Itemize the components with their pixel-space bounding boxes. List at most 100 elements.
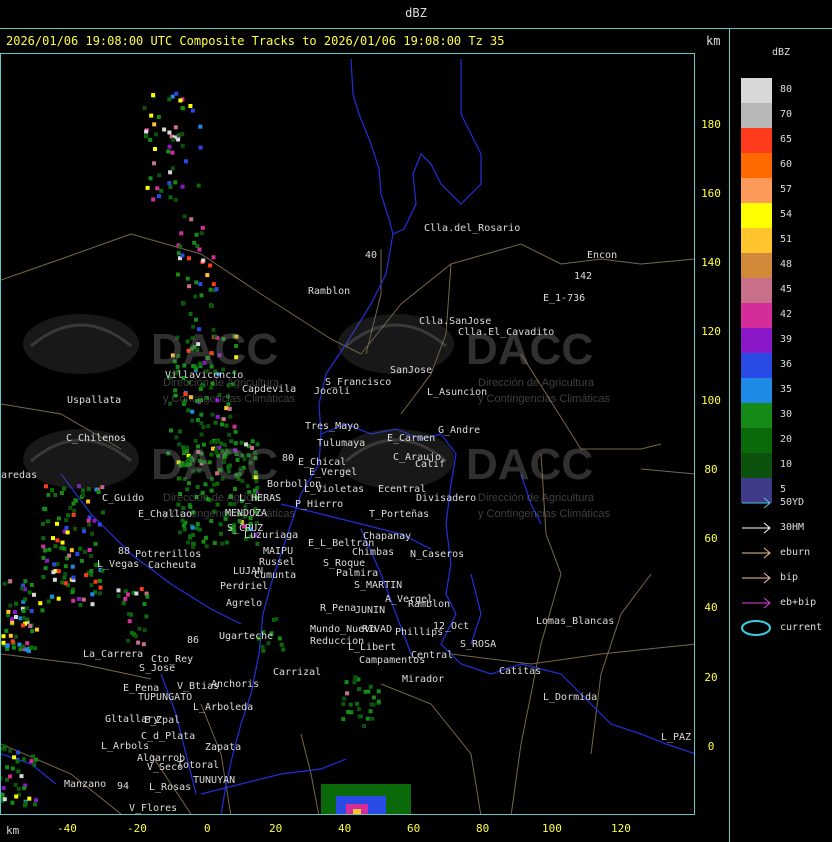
place-label: 142: [574, 271, 592, 282]
radar-echo: [63, 564, 68, 569]
radar-echo: [97, 591, 102, 596]
x-tick: -20: [127, 822, 147, 835]
radar-echo: [153, 132, 158, 137]
radar-echo: [277, 636, 282, 641]
place-label: Chapanay: [363, 531, 411, 542]
radar-echo: [144, 129, 149, 134]
radar-echo: [60, 580, 65, 585]
radar-echo: [155, 186, 160, 191]
place-label: La_Carrera: [83, 649, 143, 660]
track-arrow-icon: [742, 497, 771, 509]
radar-echo: [56, 569, 61, 574]
place-label: E_Vergel: [309, 467, 357, 478]
radar-echo: [97, 522, 102, 527]
radar-echo: [193, 294, 198, 299]
place-label: Ramblon: [408, 599, 450, 610]
radar-echo: [29, 759, 34, 764]
department-boundary: [640, 468, 694, 475]
radar-echo: [41, 555, 46, 560]
radar-echo: [198, 145, 203, 150]
radar-echo: [187, 256, 191, 261]
radar-map[interactable]: DACC Dirección de Agricultura y Contingenc…: [0, 53, 695, 815]
watermark-line1: Dirección de Agricultura: [478, 377, 595, 389]
radar-echo: [159, 188, 164, 193]
radar-echo: [171, 137, 176, 142]
radar-echo: [45, 558, 49, 563]
radar-echo: [141, 642, 146, 647]
place-label: Phillips: [395, 627, 443, 638]
radar-echo: [66, 513, 71, 518]
track-arrow-icon: [742, 572, 771, 584]
place-label: E_Carmen: [387, 433, 435, 444]
y-tick: 180: [701, 118, 721, 131]
radar-echo: [2, 581, 7, 586]
radar-echo: [83, 549, 87, 554]
radar-echo: [27, 590, 32, 595]
watermark-line1: Dirección de Agricultura: [478, 492, 595, 504]
place-label: Uspallata: [67, 395, 121, 406]
radar-echo: [142, 602, 147, 607]
place-label: 80: [282, 453, 294, 464]
radar-echo: [89, 554, 94, 559]
y-tick: 100: [701, 394, 721, 407]
place-label: Perdriel: [220, 581, 268, 592]
radar-echo: [33, 798, 38, 803]
radar-echo: [78, 546, 83, 551]
radar-echo: [82, 529, 87, 534]
radar-echo: [129, 612, 134, 617]
radar-echo: [93, 579, 98, 584]
radar-echo: [42, 506, 47, 511]
x-tick: 40: [338, 822, 352, 835]
place-label: Potrerillos: [135, 549, 201, 560]
radar-echo: [176, 137, 181, 142]
radar-echo: [342, 696, 347, 701]
radar-echo: [199, 231, 204, 236]
radar-echo: [123, 597, 128, 601]
radar-echo: [180, 106, 185, 110]
radar-echo: [173, 125, 178, 130]
dbz-swatch-30: [741, 403, 772, 428]
radar-echo: [47, 547, 52, 552]
radar-echo: [25, 617, 30, 622]
place-label: Clla.SanJose: [419, 316, 491, 327]
dbz-swatch-70: [741, 103, 772, 128]
radar-echo: [176, 251, 181, 256]
radar-echo: [218, 522, 223, 527]
radar-echo: [221, 417, 226, 422]
radar-echo: [144, 614, 149, 619]
radar-echo: [344, 680, 349, 685]
radar-echo: [188, 312, 193, 316]
radar-echo: [210, 412, 215, 417]
radar-echo: [55, 538, 60, 543]
x-tick: 0: [204, 822, 211, 835]
radar-echo: [89, 583, 94, 588]
radar-echo: [169, 428, 173, 433]
dbz-swatch-39: [741, 328, 772, 353]
radar-echo: [213, 420, 218, 425]
radar-echo: [152, 161, 156, 166]
radar-echo: [168, 195, 173, 200]
place-label: S_MARTIN: [354, 580, 402, 591]
place-label: MAIPU: [263, 546, 293, 557]
radar-echo: [63, 581, 68, 586]
radar-echo: [136, 640, 141, 645]
place-label: 88: [118, 546, 130, 557]
place-label: L_Dormida: [543, 692, 597, 703]
radar-echo: [53, 544, 58, 549]
place-label: TUNUYAN: [193, 775, 235, 786]
dbz-swatch-36: [741, 353, 772, 378]
radar-echo: [194, 280, 199, 285]
radar-echo: [8, 633, 13, 638]
place-label: 86: [187, 635, 199, 646]
dbz-swatch-label: 10: [780, 459, 793, 470]
x-tick: 80: [476, 822, 490, 835]
radar-echo: [220, 541, 225, 546]
radar-echo: [180, 253, 185, 258]
radar-echo: [366, 689, 371, 694]
radar-echo: [177, 429, 182, 434]
place-label: E_1-736: [543, 293, 585, 304]
radar-echo: [167, 144, 172, 149]
place-label: Luzuriaga: [244, 530, 298, 541]
radar-echo: [173, 197, 178, 202]
radar-echo: [59, 491, 64, 495]
